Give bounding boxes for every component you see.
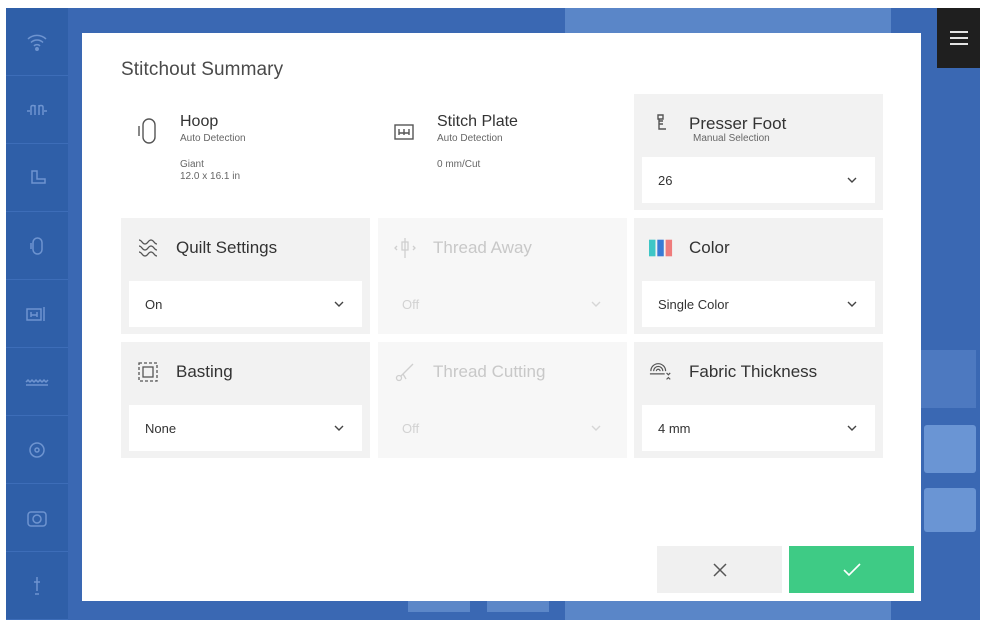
color-swatch-icon xyxy=(649,236,673,260)
hamburger-menu-icon xyxy=(949,31,968,45)
fabric-thickness-icon xyxy=(649,360,673,384)
background-thumbnail xyxy=(924,425,976,473)
hoop-icon xyxy=(136,117,160,145)
stitch-plate-detection-text: Auto Detection xyxy=(437,133,503,144)
background-add-tile xyxy=(918,350,976,408)
camera-icon[interactable] xyxy=(6,484,68,552)
chevron-down-icon xyxy=(334,301,344,307)
background-button xyxy=(487,600,549,612)
basting-icon xyxy=(136,360,160,384)
thread-away-icon xyxy=(393,236,417,260)
hoop-value: Giant 12.0 x 16.1 in xyxy=(180,159,240,183)
presser-foot-icon[interactable] xyxy=(6,144,68,212)
thread-away-label: Thread Away xyxy=(433,238,532,257)
quilt-settings-label: Quilt Settings xyxy=(176,238,278,257)
confirm-button[interactable] xyxy=(789,546,914,593)
quilt-settings-select[interactable]: On xyxy=(129,281,362,327)
presser-foot-card: Presser Foot Manual Selection 26 xyxy=(634,94,883,210)
needle-icon[interactable] xyxy=(6,552,68,620)
color-label: Color xyxy=(689,238,730,257)
thread-away-select: Off xyxy=(386,281,619,327)
basting-label: Basting xyxy=(176,362,233,381)
presser-foot-icon xyxy=(649,112,673,136)
hoop-detection-text: Auto Detection xyxy=(180,133,246,144)
hoop-icon[interactable] xyxy=(6,212,68,280)
zigzag-icon[interactable] xyxy=(6,348,68,416)
dialog-title: Stitchout Summary xyxy=(121,59,284,80)
background-thumbnail xyxy=(924,488,976,532)
hoop-size: 12.0 x 16.1 in xyxy=(180,171,241,182)
hoop-name: Giant xyxy=(180,159,204,170)
hamburger-menu-button[interactable] xyxy=(937,8,980,68)
location-icon[interactable] xyxy=(6,416,68,484)
stitchout-summary-dialog: Stitchout Summary Hoop Auto Detection Gi… xyxy=(82,33,921,601)
chevron-down-icon xyxy=(847,425,857,431)
left-rail xyxy=(6,8,68,620)
hoop-label: Hoop xyxy=(180,113,219,130)
chevron-down-icon xyxy=(847,177,857,183)
stitch-plate-icon[interactable] xyxy=(6,280,68,348)
quilt-icon xyxy=(136,236,160,260)
quilt-settings-value: On xyxy=(145,296,163,312)
basting-card: Basting None xyxy=(121,342,370,458)
close-icon xyxy=(712,562,727,577)
thread-away-value: Off xyxy=(402,296,420,312)
chevron-down-icon xyxy=(847,301,857,307)
thread-cutting-label: Thread Cutting xyxy=(433,362,546,381)
thread-cutting-value: Off xyxy=(402,420,420,436)
scissors-icon xyxy=(393,360,417,384)
thread-cutting-card: Thread Cutting Off xyxy=(378,342,627,458)
quilt-settings-card: Quilt Settings On xyxy=(121,218,370,334)
stitch-plate-label: Stitch Plate xyxy=(437,113,518,130)
basting-value: None xyxy=(145,420,177,436)
presser-foot-value: 26 xyxy=(658,172,673,188)
thread-away-card: Thread Away Off xyxy=(378,218,627,334)
cancel-button[interactable] xyxy=(657,546,782,593)
chevron-down-icon xyxy=(591,301,601,307)
chevron-down-icon xyxy=(334,425,344,431)
color-select[interactable]: Single Color xyxy=(642,281,875,327)
color-card: Color Single Color xyxy=(634,218,883,334)
stitch-plate-value: 0 mm/Cut xyxy=(437,159,481,170)
stitch-icon[interactable] xyxy=(6,76,68,144)
color-value: Single Color xyxy=(658,296,729,312)
chevron-down-icon xyxy=(591,425,601,431)
stitch-plate-icon xyxy=(393,117,417,145)
thread-cutting-select: Off xyxy=(386,405,619,451)
fabric-thickness-label: Fabric Thickness xyxy=(689,362,818,381)
presser-foot-select[interactable]: 26 xyxy=(642,157,875,203)
fabric-thickness-select[interactable]: 4 mm xyxy=(642,405,875,451)
wifi-icon[interactable] xyxy=(6,8,68,76)
fabric-thickness-card: Fabric Thickness 4 mm xyxy=(634,342,883,458)
check-icon xyxy=(842,562,861,576)
presser-foot-selection-text: Manual Selection xyxy=(693,133,770,144)
fabric-thickness-value: 4 mm xyxy=(658,420,691,436)
presser-foot-label: Presser Foot xyxy=(689,114,787,133)
basting-select[interactable]: None xyxy=(129,405,362,451)
background-button xyxy=(408,600,470,612)
